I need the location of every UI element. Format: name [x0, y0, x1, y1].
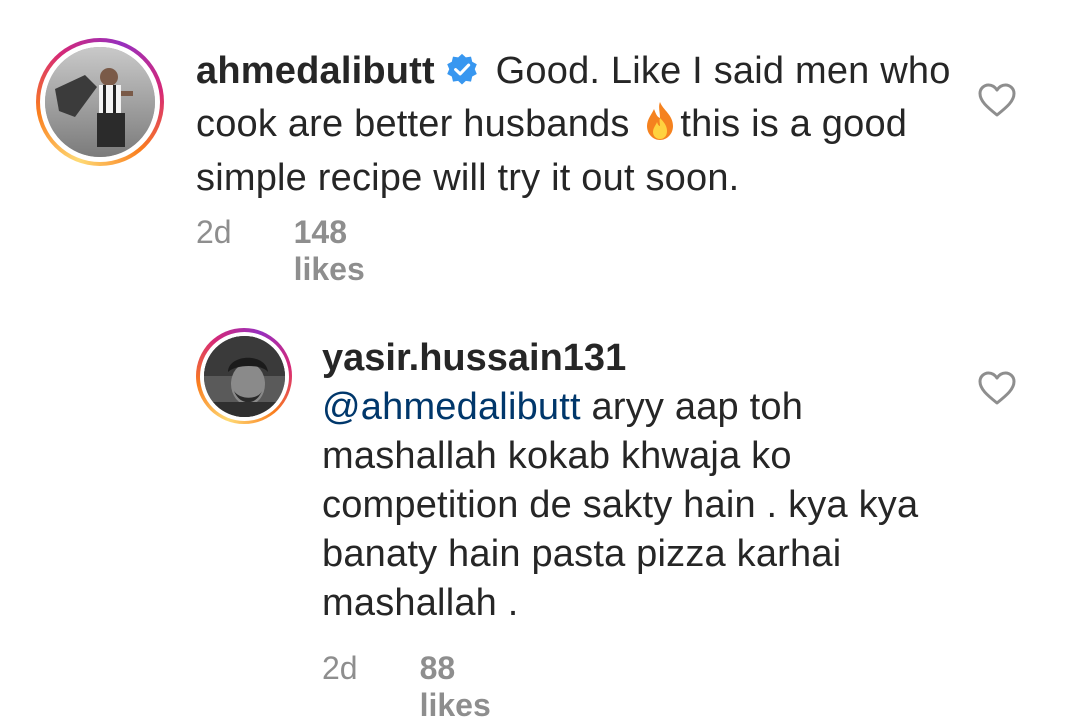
avatar-ring[interactable]: [36, 38, 164, 166]
heart-outline-icon[interactable]: [977, 82, 1017, 118]
comment-body: ahmedalibutt Good. Like I said men who c…: [196, 47, 956, 203]
verified-badge-icon: [445, 51, 479, 100]
avatar-ring[interactable]: [196, 328, 292, 424]
comment-meta: 2d 88 likes: [322, 650, 491, 724]
fire-emoji: [643, 101, 677, 154]
avatar[interactable]: [45, 47, 155, 157]
comment-time[interactable]: 2d: [196, 214, 232, 288]
likes-count[interactable]: 148 likes: [294, 214, 365, 288]
mention-link[interactable]: @ahmedalibutt: [322, 386, 581, 428]
heart-outline-icon[interactable]: [977, 370, 1017, 406]
comment-time[interactable]: 2d: [322, 650, 358, 724]
likes-count[interactable]: 88 likes: [420, 650, 491, 724]
avatar-gap: [40, 42, 160, 162]
comment-meta: 2d 148 likes: [196, 214, 365, 288]
username[interactable]: yasir.hussain131: [322, 334, 626, 383]
avatar-gap: [199, 331, 289, 421]
avatar-photo: [45, 47, 155, 157]
avatar[interactable]: [203, 335, 285, 417]
username[interactable]: ahmedalibutt: [196, 50, 435, 92]
comment-body: @ahmedalibutt aryy aap toh mashallah kok…: [322, 383, 942, 628]
avatar-photo: [203, 335, 285, 417]
